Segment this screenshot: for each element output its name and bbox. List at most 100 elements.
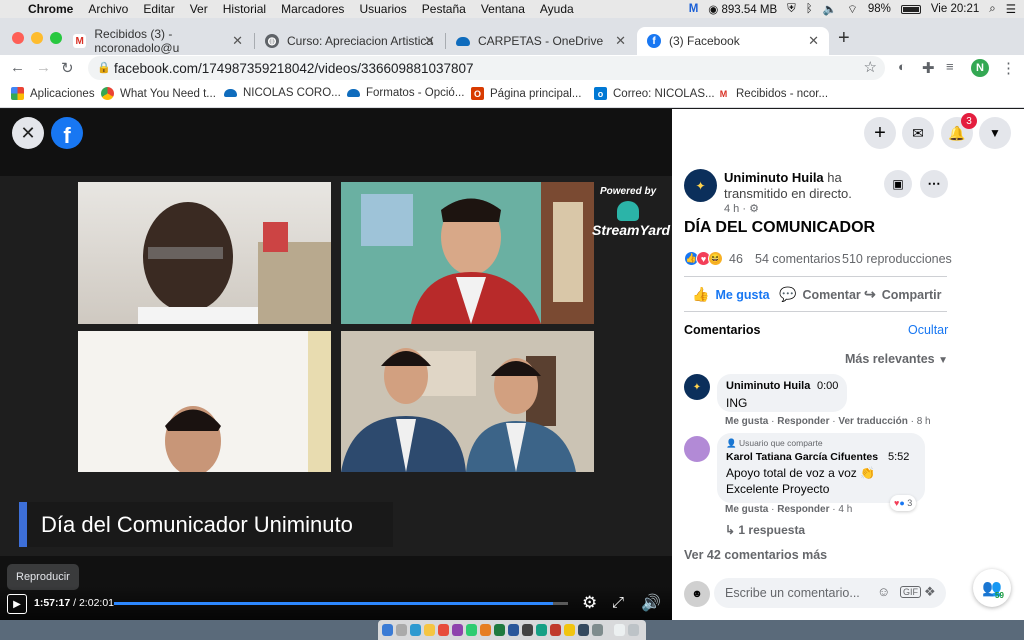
- finder-icon[interactable]: [382, 624, 393, 636]
- menu-historial[interactable]: Historial: [223, 2, 266, 16]
- maximize-window-button[interactable]: [50, 32, 62, 44]
- address-bar[interactable]: 🔒 facebook.com/174987359218042/videos/33…: [88, 56, 885, 80]
- reload-icon[interactable]: ↻: [61, 59, 74, 77]
- more-options-icon[interactable]: ⋯: [920, 170, 948, 198]
- hide-comments-link[interactable]: Ocultar: [908, 323, 948, 337]
- downloads-folder-icon[interactable]: [614, 624, 625, 636]
- trash-icon[interactable]: [628, 624, 639, 636]
- app-icon[interactable]: [592, 624, 603, 636]
- bluetooth-icon[interactable]: ᛒ: [806, 3, 813, 15]
- volume-icon[interactable]: 🔊: [641, 593, 661, 613]
- commenter-avatar[interactable]: ✦: [684, 374, 710, 400]
- comment-input[interactable]: Escribe un comentario... ☺ GIF ❖: [714, 578, 946, 608]
- forward-arrow-icon[interactable]: →: [36, 59, 51, 76]
- menu-marcadores[interactable]: Marcadores: [281, 2, 344, 16]
- view-more-comments-link[interactable]: Ver 42 comentarios más: [684, 548, 827, 562]
- chrome-menu-icon[interactable]: ⋮: [1001, 59, 1016, 77]
- live-viewers-button[interactable]: 👥 59: [973, 569, 1011, 607]
- comment-like-link[interactable]: Me gusta: [725, 416, 768, 427]
- comment-timestamp[interactable]: 0:00: [817, 380, 838, 392]
- lock-icon[interactable]: 🔒: [97, 61, 111, 74]
- play-button[interactable]: ▶: [7, 594, 27, 614]
- clock[interactable]: Vie 20:21: [931, 3, 979, 15]
- spotlight-icon[interactable]: ⌕: [989, 3, 995, 16]
- photos-icon[interactable]: [452, 624, 463, 636]
- extension-circle-icon[interactable]: ◐: [898, 59, 906, 74]
- bookmark-star-icon[interactable]: ☆: [864, 58, 877, 76]
- save-post-icon[interactable]: ▣: [884, 170, 912, 198]
- excel-icon[interactable]: [494, 624, 505, 636]
- bookmark-recibidos[interactable]: M Recibidos - ncor...: [717, 87, 828, 100]
- gif-icon[interactable]: GIF: [900, 586, 921, 598]
- media-queue-icon[interactable]: ≡: [946, 59, 954, 74]
- facetime-icon[interactable]: [536, 624, 547, 636]
- minimize-window-button[interactable]: [31, 32, 43, 44]
- close-video-button[interactable]: ✕: [12, 117, 44, 149]
- emoji-icon[interactable]: ☺: [877, 584, 890, 599]
- word-icon[interactable]: [508, 624, 519, 636]
- share-button[interactable]: ↪ Compartir: [864, 286, 941, 303]
- comment-button[interactable]: 💬 Comentar: [779, 286, 861, 303]
- notification-center-icon[interactable]: ☰: [1006, 2, 1016, 16]
- settings-dock-icon[interactable]: [578, 624, 589, 636]
- menu-ayuda[interactable]: Ayuda: [540, 2, 574, 16]
- video-player[interactable]: ✕ f Powered by StreamYard Día del Comuni…: [0, 109, 672, 620]
- menu-app-name[interactable]: Chrome: [28, 2, 73, 16]
- notifications-bell-icon[interactable]: 🔔 3: [941, 113, 977, 149]
- powerpoint-icon[interactable]: [550, 624, 561, 636]
- new-tab-button[interactable]: +: [838, 27, 850, 50]
- comments-count[interactable]: 54 comentarios: [755, 252, 840, 266]
- safari-icon[interactable]: [410, 624, 421, 636]
- sort-dropdown[interactable]: Más relevantes ▼: [845, 352, 948, 366]
- messenger-icon[interactable]: ✉: [902, 117, 934, 149]
- profile-avatar[interactable]: N: [971, 59, 989, 77]
- comment-author[interactable]: Karol Tatiana García Cifuentes: [726, 451, 878, 463]
- facebook-logo-icon[interactable]: f: [51, 117, 83, 149]
- menu-usuarios[interactable]: Usuarios: [359, 2, 406, 16]
- chrome-dock-icon[interactable]: [564, 624, 575, 636]
- bookmark-what-you-need[interactable]: What You Need t...: [101, 87, 216, 100]
- progress-track[interactable]: [114, 602, 568, 605]
- current-user-avatar[interactable]: ☻: [684, 581, 710, 607]
- close-tab-icon[interactable]: ✕: [424, 33, 435, 49]
- malwarebytes-icon[interactable]: M: [689, 3, 699, 15]
- menu-pestana[interactable]: Pestaña: [422, 2, 466, 16]
- post-author[interactable]: Uniminuto Huila: [724, 170, 824, 185]
- tab-onedrive[interactable]: CARPETAS - OneDrive ✕: [446, 27, 636, 55]
- comment-like-link[interactable]: Me gusta: [725, 504, 768, 515]
- notes-icon[interactable]: [424, 624, 435, 636]
- vpn-icon[interactable]: ⛨: [787, 3, 796, 16]
- pages-icon[interactable]: [480, 624, 491, 636]
- close-tab-icon[interactable]: ✕: [615, 33, 626, 49]
- comment-translate-link[interactable]: Ver traducción: [838, 416, 907, 427]
- menu-ventana[interactable]: Ventana: [481, 2, 525, 16]
- sticker-icon[interactable]: ❖: [924, 584, 936, 600]
- comment-reactions[interactable]: ♥ ● 3: [890, 495, 917, 511]
- account-menu-chevron-icon[interactable]: ▼: [979, 117, 1011, 149]
- bookmark-pagina-principal[interactable]: O Página principal...: [471, 87, 581, 100]
- battery-icon[interactable]: [900, 4, 921, 14]
- bookmark-apps[interactable]: Aplicaciones: [11, 87, 95, 100]
- terminal-icon[interactable]: [522, 624, 533, 636]
- comment-reply-link[interactable]: Responder: [777, 504, 829, 515]
- page-avatar[interactable]: ✦: [684, 169, 717, 202]
- comment-author[interactable]: Uniminuto Huila: [726, 380, 810, 392]
- menu-archivo[interactable]: Archivo: [88, 2, 128, 16]
- tab-facebook[interactable]: f (3) Facebook ✕: [637, 27, 829, 55]
- bookmark-correo[interactable]: o Correo: NICOLAS...: [594, 87, 715, 100]
- volume-icon[interactable]: 🔈: [823, 2, 837, 16]
- launchpad-icon[interactable]: [396, 624, 407, 636]
- bookmark-formatos[interactable]: Formatos - Opció...: [347, 87, 464, 99]
- close-tab-icon[interactable]: ✕: [232, 33, 243, 49]
- settings-gear-icon[interactable]: ⚙: [582, 593, 597, 613]
- comment-reply-link[interactable]: Responder: [777, 416, 829, 427]
- view-replies-link[interactable]: ↳ 1 respuesta: [725, 523, 805, 537]
- menu-editar[interactable]: Editar: [143, 2, 174, 16]
- like-button[interactable]: 👍 Me gusta: [692, 286, 770, 303]
- tab-gmail[interactable]: M Recibidos (3) - ncoronadolo@u ✕: [63, 27, 253, 55]
- tab-curso[interactable]: ◍ Curso: Apreciacion Artistica ✕: [255, 27, 445, 55]
- messages-icon[interactable]: [466, 624, 477, 636]
- calendar-icon[interactable]: [438, 624, 449, 636]
- back-arrow-icon[interactable]: ←: [10, 59, 25, 76]
- bookmark-nicolas-coro[interactable]: NICOLAS CORO...: [224, 87, 341, 99]
